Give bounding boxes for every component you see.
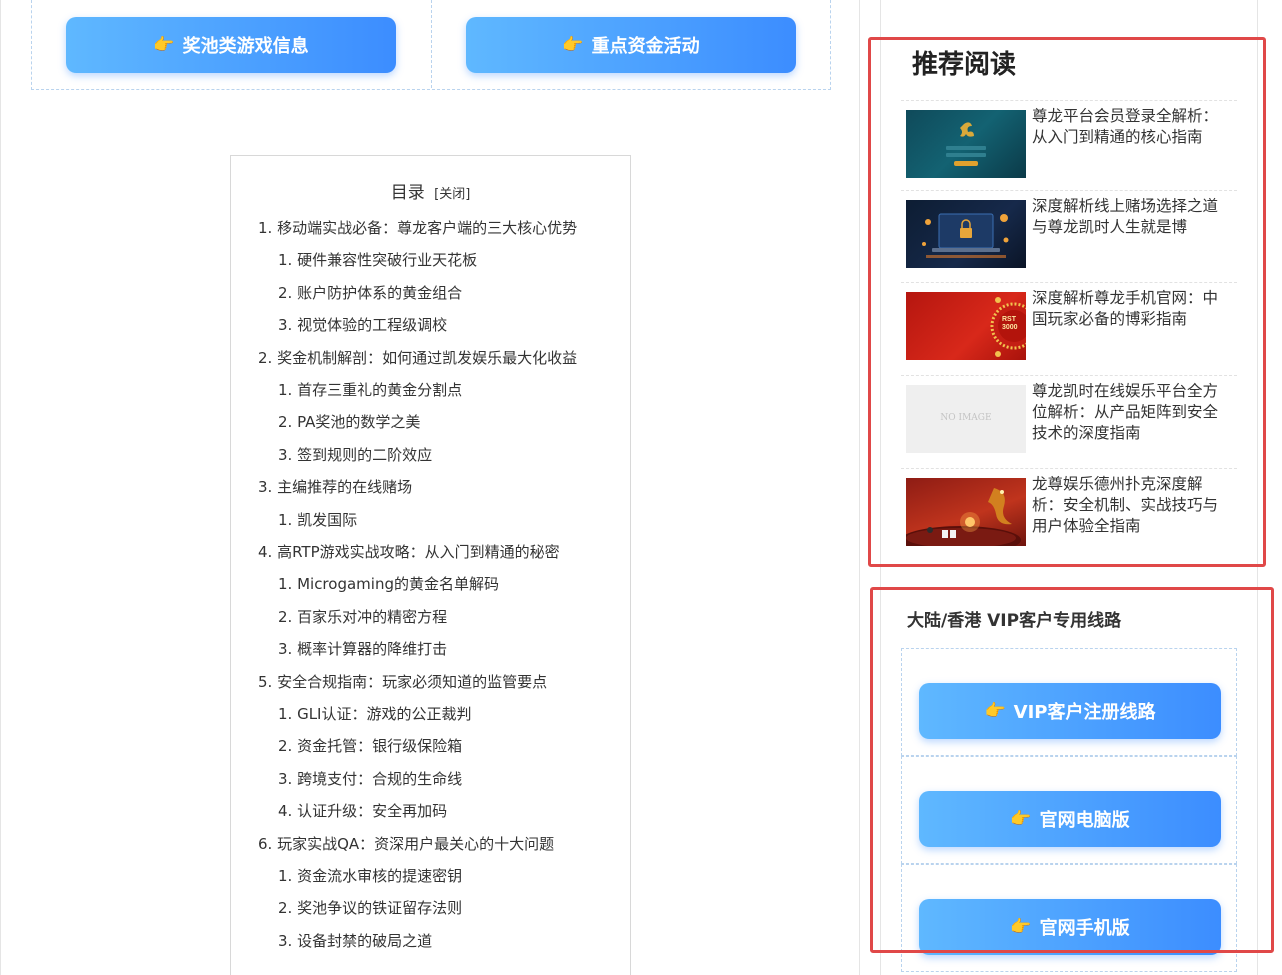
- key-funds-label: 重点资金活动: [591, 36, 700, 57]
- toc-subsection-link[interactable]: 3. 设备封禁的破局之道: [278, 931, 432, 951]
- dragon-poker-thumbnail[interactable]: [906, 478, 1026, 546]
- page: 👉 奖池类游戏信息 👉 重点资金活动 目录 [关闭] 1. 移动端实战必备：尊龙…: [0, 0, 1282, 975]
- recommended-item-title[interactable]: 尊龙平台会员登录全解析：从入门到精通的核心指南: [1032, 106, 1232, 148]
- red-bonus-thumbnail[interactable]: RST 3000: [906, 292, 1026, 360]
- recommended-title: 推荐阅读: [912, 50, 1017, 80]
- toc-subsection-link[interactable]: 1. 硬件兼容性突破行业天花板: [278, 250, 477, 270]
- official-mobile-label: 官网手机版: [1039, 918, 1130, 939]
- pointing-hand-icon: 👉: [562, 35, 584, 55]
- pointing-hand-icon: 👉: [153, 35, 175, 55]
- vip-register-button[interactable]: 👉 VIP客户注册线路: [919, 683, 1221, 739]
- bonus-badge-text: RST 3000: [1002, 316, 1018, 331]
- vip-lines-title: 大陆/香港 VIP客户专用线路: [907, 611, 1122, 631]
- toc-subsection-link[interactable]: 3. 签到规则的二阶效应: [278, 445, 432, 465]
- toc-subsection-link[interactable]: 3. 视觉体验的工程级调校: [278, 315, 447, 335]
- pointing-hand-icon: 👉: [1010, 917, 1032, 937]
- pointing-hand-icon: 👉: [984, 701, 1006, 721]
- toc-subsection-link[interactable]: 2. PA奖池的数学之美: [278, 412, 420, 432]
- toc-subsection-link[interactable]: 3. 概率计算器的降维打击: [278, 639, 447, 659]
- key-funds-button[interactable]: 👉 重点资金活动: [466, 17, 796, 73]
- recommended-item-title[interactable]: 尊龙凯时在线娱乐平台全方位解析：从产品矩阵到安全技术的深度指南: [1032, 381, 1232, 444]
- toc-subsection-link[interactable]: 1. 凯发国际: [278, 510, 357, 530]
- toc-close-toggle[interactable]: [关闭]: [434, 187, 470, 202]
- recommended-item[interactable]: 龙尊娱乐德州扑克深度解析：安全机制、实战技巧与用户体验全指南: [901, 468, 1237, 558]
- grid-divider: [431, 0, 432, 88]
- no-image-placeholder: NO IMAGE: [940, 413, 992, 423]
- laptop-lock-thumbnail[interactable]: [906, 200, 1026, 268]
- official-desktop-label: 官网电脑版: [1039, 810, 1130, 831]
- toc-subsection-link[interactable]: 1. 资金流水审核的提速密钥: [278, 866, 462, 886]
- toc-section-link[interactable]: 4. 高RTP游戏实战攻略：从入门到精通的秘密: [258, 542, 560, 562]
- recommended-item[interactable]: 深度解析线上赌场选择之道与尊龙凯时人生就是博: [901, 190, 1237, 280]
- toc-section-link[interactable]: 1. 移动端实战必备：尊龙客户端的三大核心优势: [258, 218, 577, 238]
- pointing-hand-icon: 👉: [1010, 809, 1032, 829]
- toc-header: 目录 [关闭]: [231, 178, 630, 203]
- vip-button-cell: 👉 VIP客户注册线路: [901, 648, 1237, 756]
- table-of-contents: 目录 [关闭] 1. 移动端实战必备：尊龙客户端的三大核心优势 1. 硬件兼容性突…: [230, 155, 631, 975]
- vip-button-cell: 👉 官网手机版: [901, 864, 1237, 972]
- recommended-item[interactable]: NO IMAGE 尊龙凯时在线娱乐平台全方位解析：从产品矩阵到安全技术的深度指南: [901, 375, 1237, 465]
- vip-register-label: VIP客户注册线路: [1013, 702, 1156, 723]
- toc-subsection-link[interactable]: 3. 跨境支付：合规的生命线: [278, 769, 462, 789]
- toc-section-link[interactable]: 3. 主编推荐的在线赌场: [258, 477, 412, 497]
- toc-subsection-link[interactable]: 4. 认证升级：安全再加码: [278, 801, 447, 821]
- recommended-item-title[interactable]: 龙尊娱乐德州扑克深度解析：安全机制、实战技巧与用户体验全指南: [1032, 474, 1232, 537]
- toc-subsection-link[interactable]: 2. 资金托管：银行级保险箱: [278, 736, 462, 756]
- recommended-item[interactable]: RST 3000 深度解析尊龙手机官网：中国玩家必备的博彩指南: [901, 282, 1237, 372]
- recommended-item-title[interactable]: 深度解析尊龙手机官网：中国玩家必备的博彩指南: [1032, 288, 1232, 330]
- toc-section-link[interactable]: 2. 奖金机制解剖：如何通过凯发娱乐最大化收益: [258, 348, 577, 368]
- toc-subsection-link[interactable]: 1. 首存三重礼的黄金分割点: [278, 380, 462, 400]
- no-image-thumbnail[interactable]: NO IMAGE: [906, 385, 1026, 453]
- toc-subsection-link[interactable]: 2. 奖池争议的铁证留存法则: [278, 898, 462, 918]
- toc-section-link[interactable]: 5. 安全合规指南：玩家必须知道的监管要点: [258, 672, 547, 692]
- toc-subsection-link[interactable]: 2. 账户防护体系的黄金组合: [278, 283, 462, 303]
- toc-subsection-link[interactable]: 2. 百家乐对冲的精密方程: [278, 607, 447, 627]
- toc-subsection-link[interactable]: 1. Microgaming的黄金名单解码: [278, 574, 499, 594]
- jackpot-games-label: 奖池类游戏信息: [182, 36, 309, 57]
- dragon-login-thumbnail[interactable]: [906, 110, 1026, 178]
- official-mobile-button[interactable]: 👉 官网手机版: [919, 899, 1221, 955]
- toc-section-link[interactable]: 6. 玩家实战QA：资深用户最关心的十大问题: [258, 834, 554, 854]
- recommended-item-title[interactable]: 深度解析线上赌场选择之道与尊龙凯时人生就是博: [1032, 196, 1232, 238]
- vip-button-cell: 👉 官网电脑版: [901, 756, 1237, 864]
- toc-title: 目录: [390, 183, 425, 203]
- jackpot-games-button[interactable]: 👉 奖池类游戏信息: [66, 17, 396, 73]
- recommended-item[interactable]: 尊龙平台会员登录全解析：从入门到精通的核心指南: [901, 100, 1237, 190]
- official-desktop-button[interactable]: 👉 官网电脑版: [919, 791, 1221, 847]
- toc-subsection-link[interactable]: 1. GLI认证：游戏的公正裁判: [278, 704, 472, 724]
